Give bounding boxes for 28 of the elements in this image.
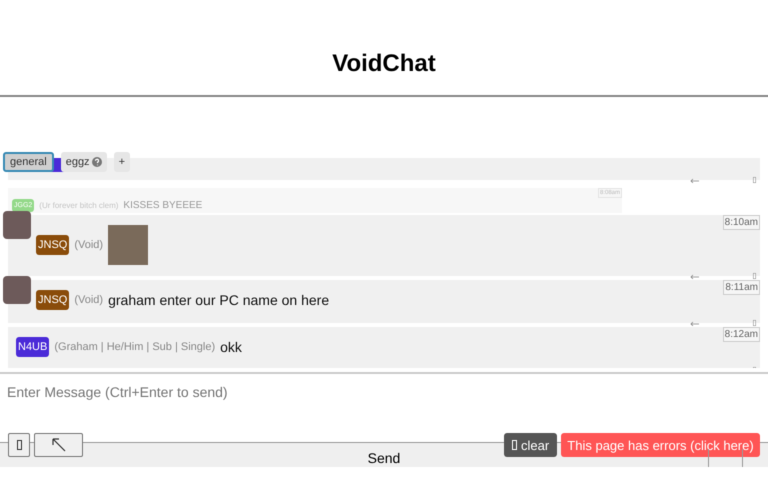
- user-badge: JNSQ: [36, 235, 70, 255]
- reply-icon[interactable]: [690, 320, 700, 326]
- message-text: okk: [220, 339, 242, 355]
- image-placeholder: [108, 225, 148, 265]
- box-icon[interactable]: [753, 177, 756, 183]
- channel-tab[interactable]: eggz: [60, 152, 107, 172]
- message-text: KISSES BYEEEE: [123, 200, 202, 211]
- clear-button[interactable]: clear: [504, 433, 558, 457]
- app-title: VoidChat: [332, 50, 436, 78]
- box-icon: [16, 440, 22, 450]
- reply-icon[interactable]: [690, 273, 700, 279]
- message-time: 8:10am: [722, 215, 760, 230]
- arrow-button[interactable]: [34, 433, 83, 457]
- user-tag: (Void): [74, 239, 104, 251]
- box-icon[interactable]: [753, 273, 756, 279]
- user-tag: (Graham | He/Him | Sub | Single): [54, 341, 216, 353]
- message-time: 8:12am: [722, 327, 760, 342]
- message-text: graham enter our PC name on here: [108, 292, 330, 308]
- user-badge: JNSQ: [36, 290, 70, 310]
- user-badge: N4UB: [16, 337, 50, 357]
- user-tag: (Void): [74, 294, 104, 306]
- channel-tab[interactable]: +: [114, 152, 130, 172]
- box-icon: [512, 440, 517, 450]
- reply-icon[interactable]: [690, 177, 700, 183]
- box-icon[interactable]: [753, 320, 756, 326]
- message-time: 8:11am: [723, 280, 760, 295]
- channel-tab[interactable]: general: [3, 152, 54, 172]
- box-button[interactable]: [8, 433, 30, 457]
